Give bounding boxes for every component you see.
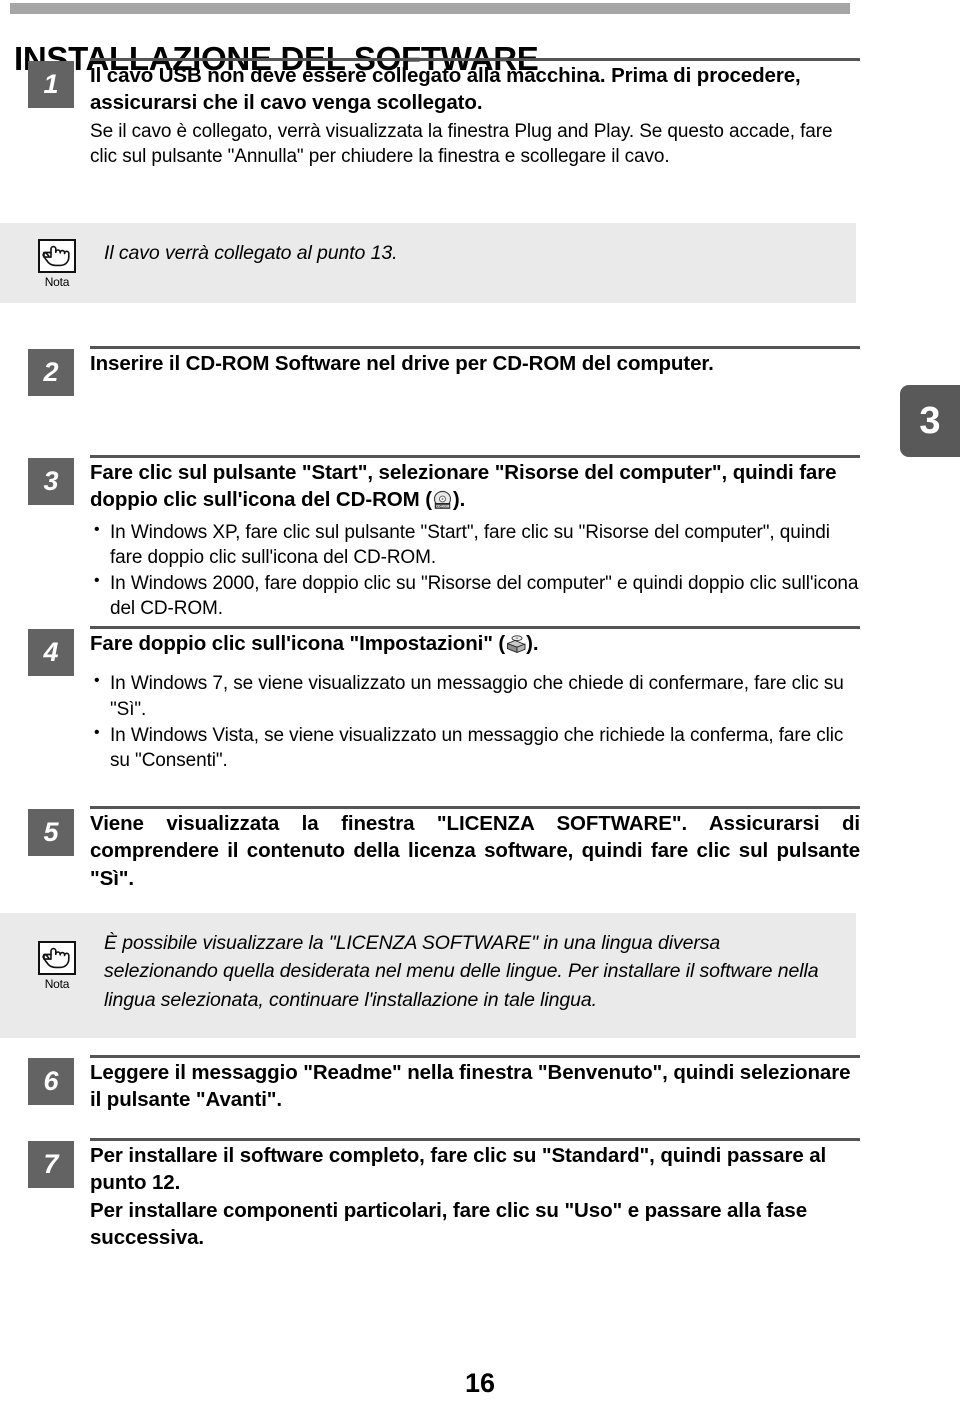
step-content: Leggere il messaggio "Readme" nella fine… xyxy=(90,1055,860,1114)
note-box-1: Nota Il cavo verrà collegato al punto 13… xyxy=(0,223,856,303)
step-number-badge: 4 xyxy=(28,629,74,676)
step-4: 4 Fare doppio clic sull'icona "Impostazi… xyxy=(28,626,860,774)
page-number: 16 xyxy=(464,1368,496,1398)
step-number-badge: 5 xyxy=(28,809,74,856)
step-6: 6 Leggere il messaggio "Readme" nella fi… xyxy=(28,1055,860,1114)
step-heading: Il cavo USB non deve essere collegato al… xyxy=(90,64,801,115)
step-number-badge: 7 xyxy=(28,1141,74,1188)
step-3: 3 Fare clic sul pulsante "Start", selezi… xyxy=(28,455,860,622)
setup-installer-icon xyxy=(505,634,526,654)
list-item: In Windows 2000, fare doppio clic su "Ri… xyxy=(90,570,860,621)
note-box-2: Nota È possibile visualizzare la "LICENZ… xyxy=(0,913,856,1038)
step-content: Il cavo USB non deve essere collegato al… xyxy=(90,58,860,169)
step-divider xyxy=(90,626,860,629)
step-number-badge: 1 xyxy=(28,61,74,108)
step-number-badge: 3 xyxy=(28,458,74,505)
step-divider xyxy=(90,1055,860,1058)
step-heading-part-1: Fare doppio clic sull'icona "Impostazion… xyxy=(90,632,506,655)
step-1: 1 Il cavo USB non deve essere collegato … xyxy=(28,58,860,169)
step-content: Per installare il software completo, far… xyxy=(90,1138,860,1252)
step-heading: Viene visualizzata la finestra "LICENZA … xyxy=(90,812,860,890)
pointing-hand-icon xyxy=(38,941,76,975)
chapter-tab-label: 3 xyxy=(919,399,941,442)
step-divider xyxy=(90,806,860,809)
step-5: 5 Viene visualizzata la finestra "LICENZ… xyxy=(28,806,860,892)
step-heading: Per installare il software completo, far… xyxy=(90,1144,827,1250)
note-text: Il cavo verrà collegato al punto 13. xyxy=(104,242,398,264)
list-item: In Windows 7, se viene visualizzato un m… xyxy=(90,670,860,721)
list-item: In Windows Vista, se viene visualizzato … xyxy=(90,722,860,773)
step-bullet-list: In Windows 7, se viene visualizzato un m… xyxy=(90,670,860,773)
note-icon-group: Nota xyxy=(34,239,80,289)
header-decorative-bar xyxy=(10,3,850,14)
cdrom-disc-icon: CD-ROM xyxy=(432,490,453,510)
step-heading: Leggere il messaggio "Readme" nella fine… xyxy=(90,1061,851,1112)
step-subtext: Se il cavo è collegato, verrà visualizza… xyxy=(90,120,833,168)
step-number-badge: 2 xyxy=(28,349,74,396)
step-7: 7 Per installare il software completo, f… xyxy=(28,1138,860,1252)
step-heading: Inserire il CD-ROM Software nel drive pe… xyxy=(90,352,714,375)
step-divider xyxy=(90,58,860,61)
step-heading: Fare clic sul pulsante "Start", selezion… xyxy=(90,459,860,514)
step-content: Inserire il CD-ROM Software nel drive pe… xyxy=(90,346,860,377)
note-text: È possibile visualizzare la "LICENZA SOF… xyxy=(104,932,819,1011)
step-divider xyxy=(90,1138,860,1141)
step-divider xyxy=(90,455,860,458)
step-content: Fare clic sul pulsante "Start", selezion… xyxy=(90,455,860,621)
step-2: 2 Inserire il CD-ROM Software nel drive … xyxy=(28,346,860,396)
list-item: In Windows XP, fare clic sul pulsante "S… xyxy=(90,519,860,570)
svg-text:CD-ROM: CD-ROM xyxy=(436,505,450,509)
note-caption: Nota xyxy=(44,275,70,289)
step-number-badge: 6 xyxy=(28,1058,74,1105)
pointing-hand-icon xyxy=(38,239,76,273)
note-caption: Nota xyxy=(44,977,70,991)
step-heading: Fare doppio clic sull'icona "Impostazion… xyxy=(90,630,860,657)
step-divider xyxy=(90,346,860,349)
step-content: Fare doppio clic sull'icona "Impostazion… xyxy=(90,626,860,773)
chapter-tab-3: 3 xyxy=(900,385,960,457)
step-content: Viene visualizzata la finestra "LICENZA … xyxy=(90,806,860,892)
step-heading-part-2: ). xyxy=(526,632,539,655)
step-heading-part-2: ). xyxy=(452,488,466,512)
step-bullet-list: In Windows XP, fare clic sul pulsante "S… xyxy=(90,519,860,621)
note-icon-group: Nota xyxy=(34,941,80,991)
